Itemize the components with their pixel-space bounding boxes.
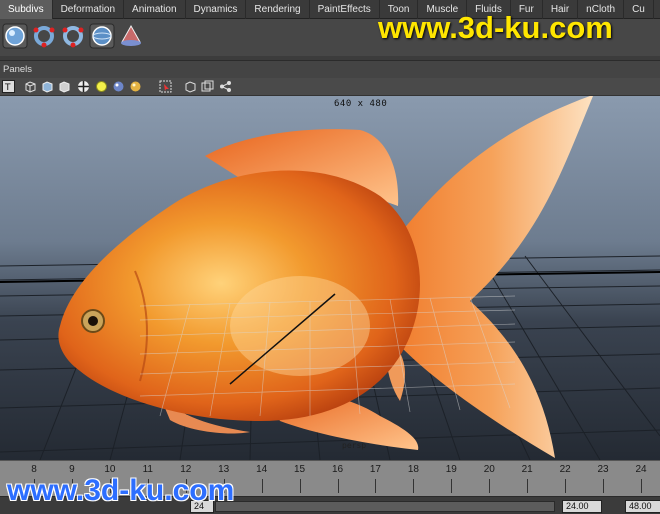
timeline-tick <box>641 479 642 493</box>
animation-end-field[interactable]: 48.00 <box>625 500 660 513</box>
shelf-tab-painteffects[interactable]: PaintEffects <box>310 0 380 19</box>
wireframe-cube-icon[interactable] <box>24 80 37 93</box>
select-camera-icon[interactable] <box>159 80 172 93</box>
resolution-gate-label: 640 x 480 <box>334 99 388 109</box>
timeline-frame-label: 18 <box>407 464 419 475</box>
watermark-bottom: www.3d-ku.com <box>7 474 235 507</box>
shaded-cube-icon[interactable] <box>41 80 54 93</box>
timeline-tick <box>489 479 491 493</box>
timeline-frame-label: 20 <box>483 464 495 475</box>
share-icon[interactable] <box>219 80 232 93</box>
text-icon[interactable]: T <box>2 80 15 93</box>
timeline-frame-label: 15 <box>294 464 306 475</box>
sphere-icon[interactable] <box>112 80 125 93</box>
fish-belly-highlight <box>230 276 370 376</box>
timeline-tick <box>527 479 529 493</box>
shelf-tab-deformation[interactable]: Deformation <box>53 0 125 19</box>
perspective-viewport[interactable]: 640 x 480 persp <box>0 96 660 460</box>
shelf-tab-animation[interactable]: Animation <box>124 0 186 19</box>
isolate-icon[interactable] <box>184 80 197 93</box>
timeline-frame-label: 14 <box>256 464 268 475</box>
textured-cube-icon[interactable] <box>58 80 71 93</box>
playback-end-field[interactable]: 24.00 <box>562 500 602 513</box>
subdiv-sphere-icon[interactable] <box>2 23 28 49</box>
timeline-frame-label: 21 <box>521 464 533 475</box>
timeline-tick <box>261 479 263 493</box>
panel-toolbar: T <box>0 78 660 96</box>
fish-body <box>58 170 420 421</box>
timeline-frame-label: 24 <box>635 464 647 475</box>
shelf-tab-subdivs[interactable]: Subdivs <box>0 0 53 19</box>
timeline-tick <box>603 479 605 493</box>
subdiv-torus-icon[interactable] <box>31 23 57 49</box>
checker-icon[interactable] <box>77 80 90 93</box>
timeline-frame-label: 16 <box>331 464 344 475</box>
shelf-tab-dynamics[interactable]: Dynamics <box>186 0 247 19</box>
watermark-top: www.3d-ku.com <box>378 10 613 45</box>
timeline-frame-label: 22 <box>559 464 571 475</box>
timeline-frame-label: 23 <box>597 464 609 475</box>
timeline-frame-label: 17 <box>369 464 381 475</box>
timeline-tick <box>337 479 339 493</box>
default-light-icon[interactable] <box>129 80 142 93</box>
timeline-tick <box>299 479 301 493</box>
svg-text:T: T <box>4 83 11 93</box>
viewport-scene <box>0 96 660 460</box>
subdiv-sphere-alt-icon[interactable] <box>89 23 115 49</box>
fish-pupil <box>88 316 98 326</box>
subdiv-torus-alt-icon[interactable] <box>60 23 86 49</box>
light-icon[interactable] <box>95 80 108 93</box>
panel-menu-bar: Panels <box>0 62 660 78</box>
range-slider-track[interactable] <box>215 501 555 512</box>
timeline-tick <box>565 479 567 493</box>
timeline-tick <box>413 479 415 493</box>
camera-name-label: persp <box>342 441 367 450</box>
timeline-tick <box>375 479 377 493</box>
panels-menu[interactable]: Panels <box>3 64 32 75</box>
timeline-tick <box>451 479 453 493</box>
xray-icon[interactable] <box>201 80 214 93</box>
fish-tail <box>390 96 593 458</box>
shelf-tab-rendering[interactable]: Rendering <box>246 0 310 19</box>
subdiv-cone-icon[interactable] <box>118 23 144 49</box>
shelf-tab-cu[interactable]: Cu <box>624 0 654 19</box>
shelf-separator <box>0 56 660 61</box>
timeline-frame-label: 19 <box>445 464 457 475</box>
